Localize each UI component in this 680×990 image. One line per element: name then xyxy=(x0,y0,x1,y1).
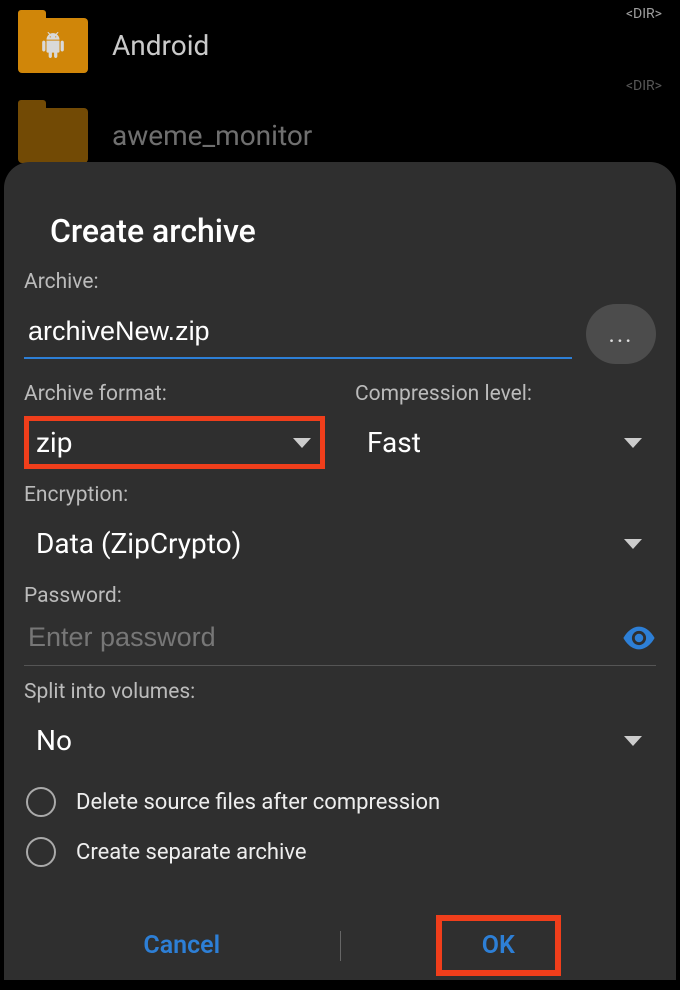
file-name: aweme_monitor xyxy=(112,119,312,152)
format-label: Archive format: xyxy=(24,382,325,406)
ellipsis-icon: ... xyxy=(609,320,634,348)
chevron-down-icon xyxy=(624,736,642,746)
browse-button[interactable]: ... xyxy=(586,304,656,364)
background-file-list: <DIR> Android aweme_monitor <DIR> xyxy=(0,0,680,180)
split-label: Split into volumes: xyxy=(24,680,656,704)
folder-icon xyxy=(18,108,88,163)
archive-format-dropdown[interactable]: zip xyxy=(24,416,325,469)
split-volumes-dropdown[interactable]: No xyxy=(24,714,656,767)
archive-label: Archive: xyxy=(24,270,656,294)
android-icon xyxy=(40,30,66,60)
dialog-title: Create archive xyxy=(50,212,656,250)
cancel-button[interactable]: Cancel xyxy=(24,915,340,976)
dir-tag: <DIR> xyxy=(626,78,662,94)
radio-label: Delete source files after compression xyxy=(76,790,440,815)
dropdown-value: Data (ZipCrypto) xyxy=(36,527,241,560)
ok-button[interactable]: OK xyxy=(341,901,657,990)
compression-level-dropdown[interactable]: Fast xyxy=(355,416,656,469)
chevron-down-icon xyxy=(624,438,642,448)
dropdown-value: zip xyxy=(36,426,72,459)
compression-label: Compression level: xyxy=(355,382,656,406)
radio-icon xyxy=(26,787,56,817)
password-input[interactable] xyxy=(24,618,622,657)
chevron-down-icon xyxy=(293,438,311,448)
create-separate-archive-radio[interactable]: Create separate archive xyxy=(24,827,656,877)
encryption-label: Encryption: xyxy=(24,483,656,507)
folder-icon xyxy=(18,18,88,73)
password-label: Password: xyxy=(24,584,656,608)
dropdown-value: No xyxy=(36,724,72,757)
radio-icon xyxy=(26,837,56,867)
archive-name-input[interactable] xyxy=(24,310,572,359)
create-archive-dialog: Create archive Archive: ... Archive form… xyxy=(4,162,676,980)
chevron-down-icon xyxy=(624,539,642,549)
eye-icon[interactable] xyxy=(622,626,656,650)
delete-source-radio[interactable]: Delete source files after compression xyxy=(24,777,656,827)
radio-label: Create separate archive xyxy=(76,840,307,865)
encryption-dropdown[interactable]: Data (ZipCrypto) xyxy=(24,517,656,570)
file-name: Android xyxy=(112,29,209,62)
dropdown-value: Fast xyxy=(367,426,421,459)
list-item[interactable]: Android xyxy=(0,0,680,90)
